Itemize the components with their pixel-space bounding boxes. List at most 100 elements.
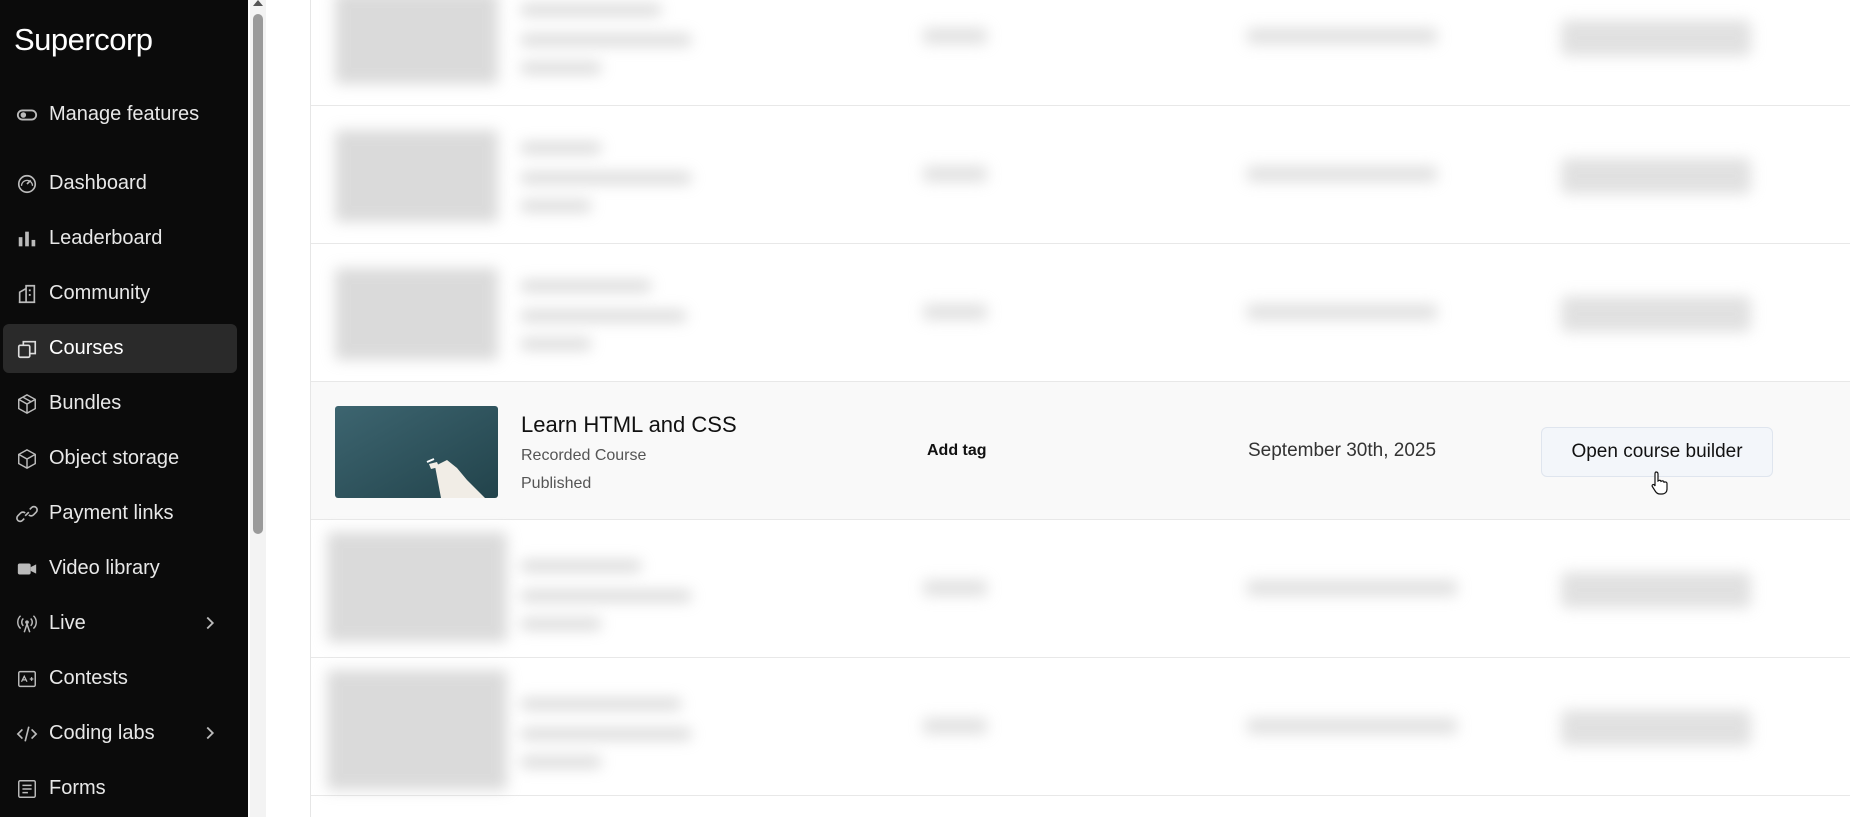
bar-chart-icon: [15, 227, 39, 251]
placeholder-button: [1561, 296, 1751, 332]
blurred-row-content: [311, 520, 1850, 657]
placeholder-line: [521, 142, 601, 154]
table-row: [311, 106, 1850, 244]
chevron-right-icon[interactable]: [199, 722, 221, 744]
course-thumbnail: [327, 670, 507, 790]
scrollbar-thumb[interactable]: [253, 14, 263, 534]
box-icon: [15, 447, 39, 471]
placeholder-button: [1561, 158, 1751, 194]
placeholder-tag: [923, 166, 987, 182]
course-row-learn-html-css[interactable]: Learn HTML and CSS Recorded Course Publi…: [311, 382, 1850, 520]
course-thumbnail: [335, 0, 498, 84]
hand-cursor-icon: [1651, 471, 1668, 495]
sidebar-item-label: Forms: [49, 777, 106, 799]
sidebar-item-label: Coding labs: [49, 722, 155, 744]
placeholder-line: [521, 62, 601, 74]
buildings-icon: [15, 282, 39, 306]
placeholder-line: [521, 4, 661, 16]
table-row: [311, 0, 1850, 106]
placeholder-date: [1247, 304, 1437, 320]
contest-icon: [15, 667, 39, 691]
sidebar-item-payment-links[interactable]: Payment links: [3, 489, 237, 538]
blurred-row-content: [311, 658, 1850, 795]
placeholder-date: [1247, 580, 1457, 596]
sidebar-item-live[interactable]: Live: [3, 599, 237, 648]
package-icon: [15, 392, 39, 416]
placeholder-button: [1561, 710, 1751, 746]
course-status: Published: [521, 475, 592, 492]
sidebar-item-label: Courses: [49, 337, 124, 359]
sidebar-item-label: Dashboard: [49, 172, 147, 194]
placeholder-date: [1247, 166, 1437, 182]
placeholder-line: [521, 728, 691, 740]
link-icon: [15, 502, 39, 526]
course-thumbnail: [335, 130, 498, 222]
sidebar-item-video-library[interactable]: Video library: [3, 544, 237, 593]
placeholder-tag: [923, 304, 987, 320]
placeholder-line: [521, 280, 651, 292]
course-thumbnail: [335, 268, 498, 360]
sidebar-item-label: Object storage: [49, 447, 180, 469]
sidebar-item-coding-labs[interactable]: Coding labs: [3, 709, 237, 758]
placeholder-tag: [923, 580, 987, 596]
course-title[interactable]: Learn HTML and CSS: [521, 412, 737, 438]
sidebar-item-community[interactable]: Community: [3, 269, 237, 318]
sidebar-item-label: Contests: [49, 667, 128, 689]
sidebar-item-forms[interactable]: Forms: [3, 764, 237, 813]
placeholder-line: [521, 590, 691, 602]
course-thumbnail: [327, 532, 507, 642]
placeholder-tag: [923, 718, 987, 734]
sidebar-item-courses[interactable]: Courses: [3, 324, 237, 373]
broadcast-icon: [15, 612, 39, 636]
sidebar-item-bundles[interactable]: Bundles: [3, 379, 237, 428]
placeholder-line: [521, 756, 601, 768]
sidebar-item-label: Live: [49, 612, 86, 634]
sidebar-item-label: Manage features: [49, 103, 200, 125]
code-icon: [15, 722, 39, 746]
sidebar-item-label: Video library: [49, 557, 160, 579]
toggle-icon: [15, 103, 39, 127]
form-icon: [15, 777, 39, 801]
sidebar-item-label: Payment links: [49, 502, 174, 524]
course-type: Recorded Course: [521, 447, 647, 464]
table-row: [311, 658, 1850, 796]
copy-icon: [15, 337, 39, 361]
placeholder-line: [521, 34, 691, 46]
video-icon: [15, 557, 39, 581]
sidebar-item-leaderboard[interactable]: Leaderboard: [3, 214, 237, 263]
sidebar-item-label: Bundles: [49, 392, 122, 414]
sidebar-item-manage-features[interactable]: Manage features: [3, 90, 237, 139]
course-thumbnail[interactable]: [335, 406, 498, 498]
sidebar-item-label: Leaderboard: [49, 227, 163, 249]
sidebar-item-contests[interactable]: Contests: [3, 654, 237, 703]
placeholder-line: [521, 618, 601, 630]
sidebar-item-label: Community: [49, 282, 151, 304]
placeholder-line: [521, 172, 691, 184]
placeholder-line: [521, 698, 681, 710]
chalkboard-image: [335, 406, 498, 498]
gauge-icon: [15, 172, 39, 196]
sidebar: Supercorp Manage features Dashboard Lead…: [0, 0, 248, 817]
placeholder-line: [521, 200, 591, 212]
table-row: [311, 244, 1850, 382]
sidebar-item-object-storage[interactable]: Object storage: [3, 434, 237, 483]
placeholder-button: [1561, 20, 1751, 56]
placeholder-line: [521, 310, 686, 322]
table-row: [311, 520, 1850, 658]
placeholder-line: [521, 560, 641, 572]
placeholder-tag: [923, 28, 987, 44]
blurred-row-content: [311, 106, 1850, 243]
brand-logo[interactable]: Supercorp: [14, 22, 153, 58]
sidebar-item-dashboard[interactable]: Dashboard: [3, 159, 237, 208]
course-table: Learn HTML and CSS Recorded Course Publi…: [310, 0, 1850, 817]
placeholder-date: [1247, 28, 1437, 44]
scroll-up-arrow-icon[interactable]: [253, 0, 263, 6]
blurred-row-content: [311, 0, 1850, 105]
chevron-right-icon[interactable]: [199, 612, 221, 634]
placeholder-button: [1561, 572, 1751, 608]
course-date: September 30th, 2025: [1248, 440, 1437, 461]
add-tag-button[interactable]: Add tag: [927, 442, 987, 460]
placeholder-line: [521, 338, 591, 350]
blurred-row-content: [311, 244, 1850, 381]
placeholder-date: [1247, 718, 1457, 734]
